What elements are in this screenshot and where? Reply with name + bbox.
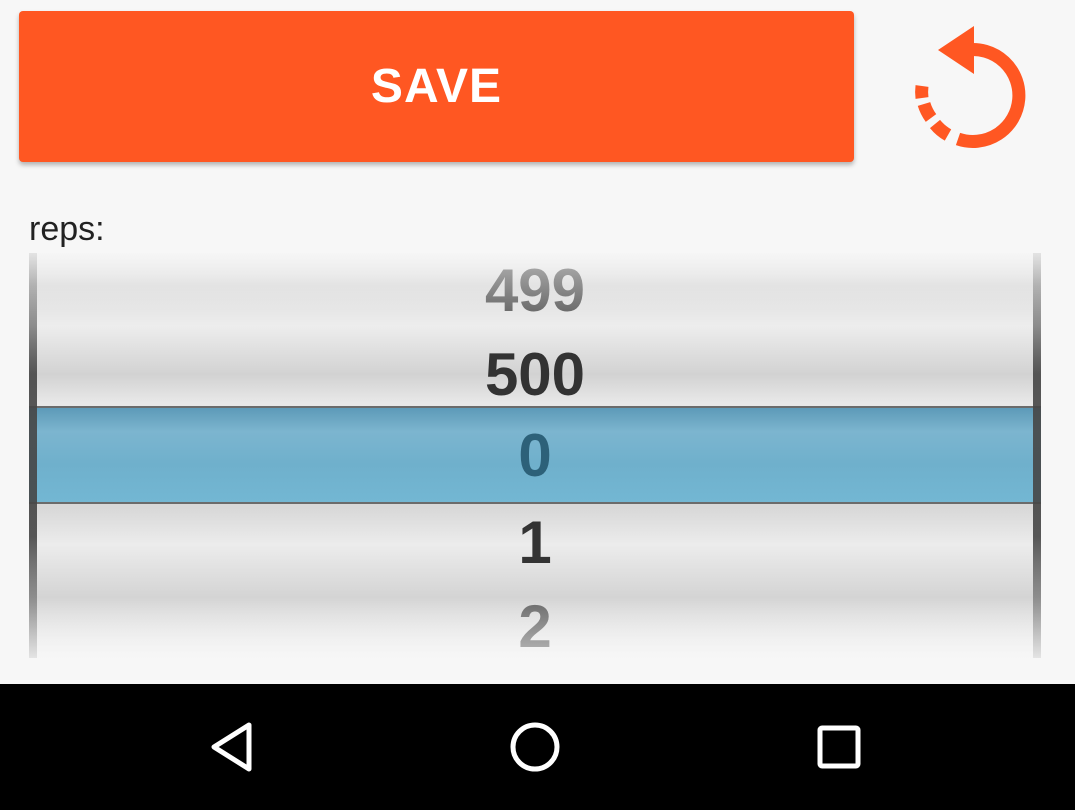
back-icon <box>211 722 252 772</box>
save-button[interactable]: SAVE <box>19 11 854 162</box>
picker-right-edge <box>1033 253 1041 658</box>
picker-value-499[interactable]: 499 <box>29 253 1041 332</box>
picker-value-2[interactable]: 2 <box>29 584 1041 659</box>
home-icon <box>510 722 560 772</box>
picker-left-edge <box>29 253 37 658</box>
save-button-label: SAVE <box>370 60 503 113</box>
screen: SAVE reps: 499 500 0 1 2 <box>0 0 1075 810</box>
back-button[interactable] <box>152 684 312 810</box>
picker-value-1[interactable]: 1 <box>29 500 1041 584</box>
navigation-bar <box>0 684 1075 810</box>
recents-button[interactable] <box>759 684 919 810</box>
reps-label: reps: <box>29 210 105 248</box>
picker-value-500[interactable]: 500 <box>29 332 1041 416</box>
recents-icon <box>817 725 861 769</box>
reset-button[interactable] <box>900 15 1040 160</box>
reset-icon <box>915 25 1026 148</box>
picker-selected-value[interactable]: 0 <box>29 406 1041 504</box>
reps-number-picker[interactable]: 499 500 0 1 2 <box>29 253 1041 658</box>
home-button[interactable] <box>455 684 615 810</box>
